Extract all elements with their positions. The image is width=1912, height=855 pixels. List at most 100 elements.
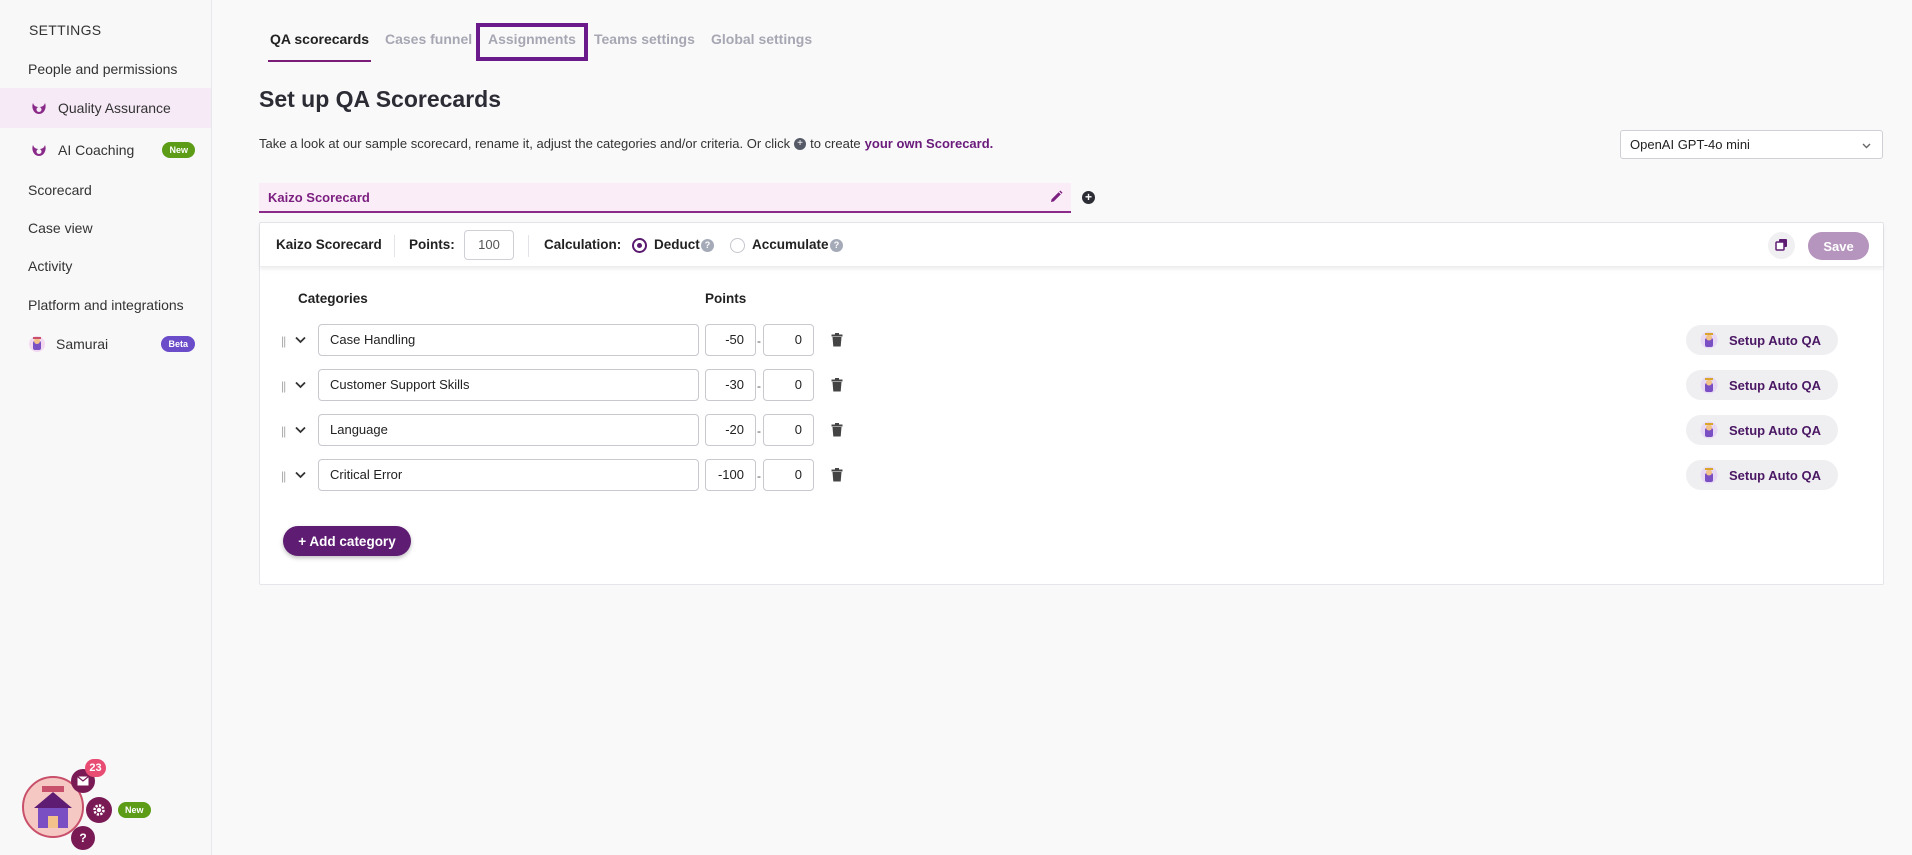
category-row: || Language -20 - 0 Setup Auto QA (260, 414, 1883, 448)
sidebar-item-people-and-permissions[interactable]: People and permissions (0, 49, 211, 89)
notification-count-badge: 23 (85, 759, 106, 777)
category-name-input[interactable]: Critical Error (318, 459, 699, 491)
category-min-points-input[interactable]: -30 (705, 369, 756, 401)
setup-auto-qa-button[interactable]: Setup Auto QA (1686, 325, 1838, 355)
categories-column-header: Categories (298, 291, 368, 306)
trash-icon[interactable] (831, 333, 843, 350)
scorecard-panel: Kaizo Scorecard Points: 100 Calculation:… (259, 222, 1884, 585)
sidebar-item-label: Case view (28, 220, 93, 236)
plus-circle-icon: + (794, 137, 807, 150)
samurai-mascot-icon (1700, 331, 1718, 349)
chevron-down-icon (1861, 139, 1872, 154)
copy-icon (1775, 238, 1788, 254)
setup-auto-qa-label: Setup Auto QA (1729, 377, 1821, 393)
new-badge: New (162, 142, 195, 158)
category-row: || Critical Error -100 - 0 Setup Auto QA (260, 459, 1883, 493)
category-row: || Case Handling -50 - 0 Setup Auto QA (260, 324, 1883, 358)
intro-text: Take a look at our sample scorecard, ren… (259, 136, 993, 151)
sidebar-item-case-view[interactable]: Case view (0, 208, 211, 248)
scorecard-header: Kaizo Scorecard Points: 100 Calculation:… (260, 223, 1883, 267)
new-badge: New (118, 802, 151, 818)
help-question-icon[interactable]: ? (71, 826, 95, 850)
sidebar-item-label: People and permissions (28, 61, 178, 77)
category-max-points-input[interactable]: 0 (763, 414, 814, 446)
sidebar-item-scorecard[interactable]: Scorecard (0, 170, 211, 210)
drag-handle-icon[interactable]: || (281, 469, 286, 483)
category-name-input[interactable]: Language (318, 414, 699, 446)
setup-auto-qa-button[interactable]: Setup Auto QA (1686, 370, 1838, 400)
samurai-mascot-icon (1700, 421, 1718, 439)
calculation-label: Calculation: (544, 237, 622, 252)
deduct-radio[interactable] (632, 238, 647, 253)
category-max-points-input[interactable]: 0 (763, 459, 814, 491)
accumulate-radio[interactable] (730, 238, 745, 253)
category-min-points-input[interactable]: -20 (705, 414, 756, 446)
category-name-input[interactable]: Customer Support Skills (318, 369, 699, 401)
sidebar-item-label: Activity (28, 258, 73, 274)
ai-model-select-value: OpenAI GPT-4o mini (1630, 137, 1750, 152)
gear-icon[interactable] (86, 797, 112, 823)
total-points-input[interactable]: 100 (464, 230, 514, 260)
chevron-down-icon[interactable] (294, 468, 307, 484)
setup-auto-qa-button[interactable]: Setup Auto QA (1686, 415, 1838, 445)
sidebar-item-platform-and-integrations[interactable]: Platform and integrations (0, 285, 211, 325)
setup-auto-qa-label: Setup Auto QA (1729, 467, 1821, 483)
category-max-points-input[interactable]: 0 (763, 324, 814, 356)
scorecard-name-field[interactable]: Kaizo Scorecard (259, 183, 1071, 213)
scorecard-name-value: Kaizo Scorecard (268, 189, 370, 205)
tab-teams-settings[interactable]: Teams settings (594, 22, 695, 62)
tab-cases-funnel[interactable]: Cases funnel (385, 22, 472, 62)
trash-icon[interactable] (831, 378, 843, 395)
trash-icon[interactable] (831, 423, 843, 440)
create-own-scorecard-link[interactable]: your own Scorecard. (865, 136, 994, 151)
chevron-down-icon[interactable] (294, 333, 307, 349)
intro-text-after: to create (810, 136, 861, 151)
category-min-points-input[interactable]: -100 (705, 459, 756, 491)
help-icon[interactable]: ? (830, 239, 843, 252)
deduct-label: Deduct (654, 237, 700, 252)
setup-auto-qa-label: Setup Auto QA (1729, 422, 1821, 438)
range-dash: - (757, 334, 761, 348)
samurai-mascot-icon (1700, 376, 1718, 394)
sidebar-item-ai-coaching[interactable]: AI Coaching New (0, 130, 211, 170)
drag-handle-icon[interactable]: || (281, 379, 286, 393)
sidebar-item-label: Scorecard (28, 182, 92, 198)
help-icon[interactable]: ? (701, 239, 714, 252)
save-button[interactable]: Save (1808, 232, 1869, 260)
trash-icon[interactable] (831, 468, 843, 485)
chevron-down-icon[interactable] (294, 378, 307, 394)
drag-handle-icon[interactable]: || (281, 334, 286, 348)
category-row: || Customer Support Skills -30 - 0 Setup… (260, 369, 1883, 403)
samurai-mascot-icon (1700, 466, 1718, 484)
sidebar-item-activity[interactable]: Activity (0, 246, 211, 286)
chevron-down-icon[interactable] (294, 423, 307, 439)
sidebar-item-label: AI Coaching (58, 142, 135, 158)
category-max-points-input[interactable]: 0 (763, 369, 814, 401)
setup-auto-qa-button[interactable]: Setup Auto QA (1686, 460, 1838, 490)
range-dash: - (757, 424, 761, 438)
category-min-points-input[interactable]: -50 (705, 324, 756, 356)
drag-handle-icon[interactable]: || (281, 424, 286, 438)
setup-auto-qa-label: Setup Auto QA (1729, 332, 1821, 348)
ai-coaching-icon (30, 141, 48, 159)
tab-global-settings[interactable]: Global settings (711, 22, 812, 62)
category-name-input[interactable]: Case Handling (318, 324, 699, 356)
sidebar-item-label: Platform and integrations (28, 297, 184, 313)
ai-model-select[interactable]: OpenAI GPT-4o mini (1620, 130, 1883, 159)
range-dash: - (757, 469, 761, 483)
add-category-button[interactable]: + Add category (283, 526, 411, 556)
divider (394, 235, 395, 257)
edit-pencil-icon[interactable] (1049, 190, 1063, 207)
tab-assignments[interactable]: Assignments (476, 23, 588, 61)
sidebar-item-quality-assurance[interactable]: Quality Assurance (0, 88, 211, 128)
tab-qa-scorecards[interactable]: QA scorecards (267, 22, 372, 62)
page-title: Set up QA Scorecards (259, 86, 502, 112)
duplicate-scorecard-button[interactable] (1768, 232, 1795, 259)
settings-sidebar: SETTINGS People and permissions Quality … (0, 0, 212, 855)
divider (528, 235, 529, 257)
samurai-icon (28, 335, 46, 353)
sidebar-item-label: Quality Assurance (58, 100, 171, 116)
add-scorecard-icon[interactable]: + (1082, 191, 1095, 204)
range-dash: - (757, 379, 761, 393)
sidebar-item-samurai[interactable]: Samurai Beta (0, 324, 211, 364)
